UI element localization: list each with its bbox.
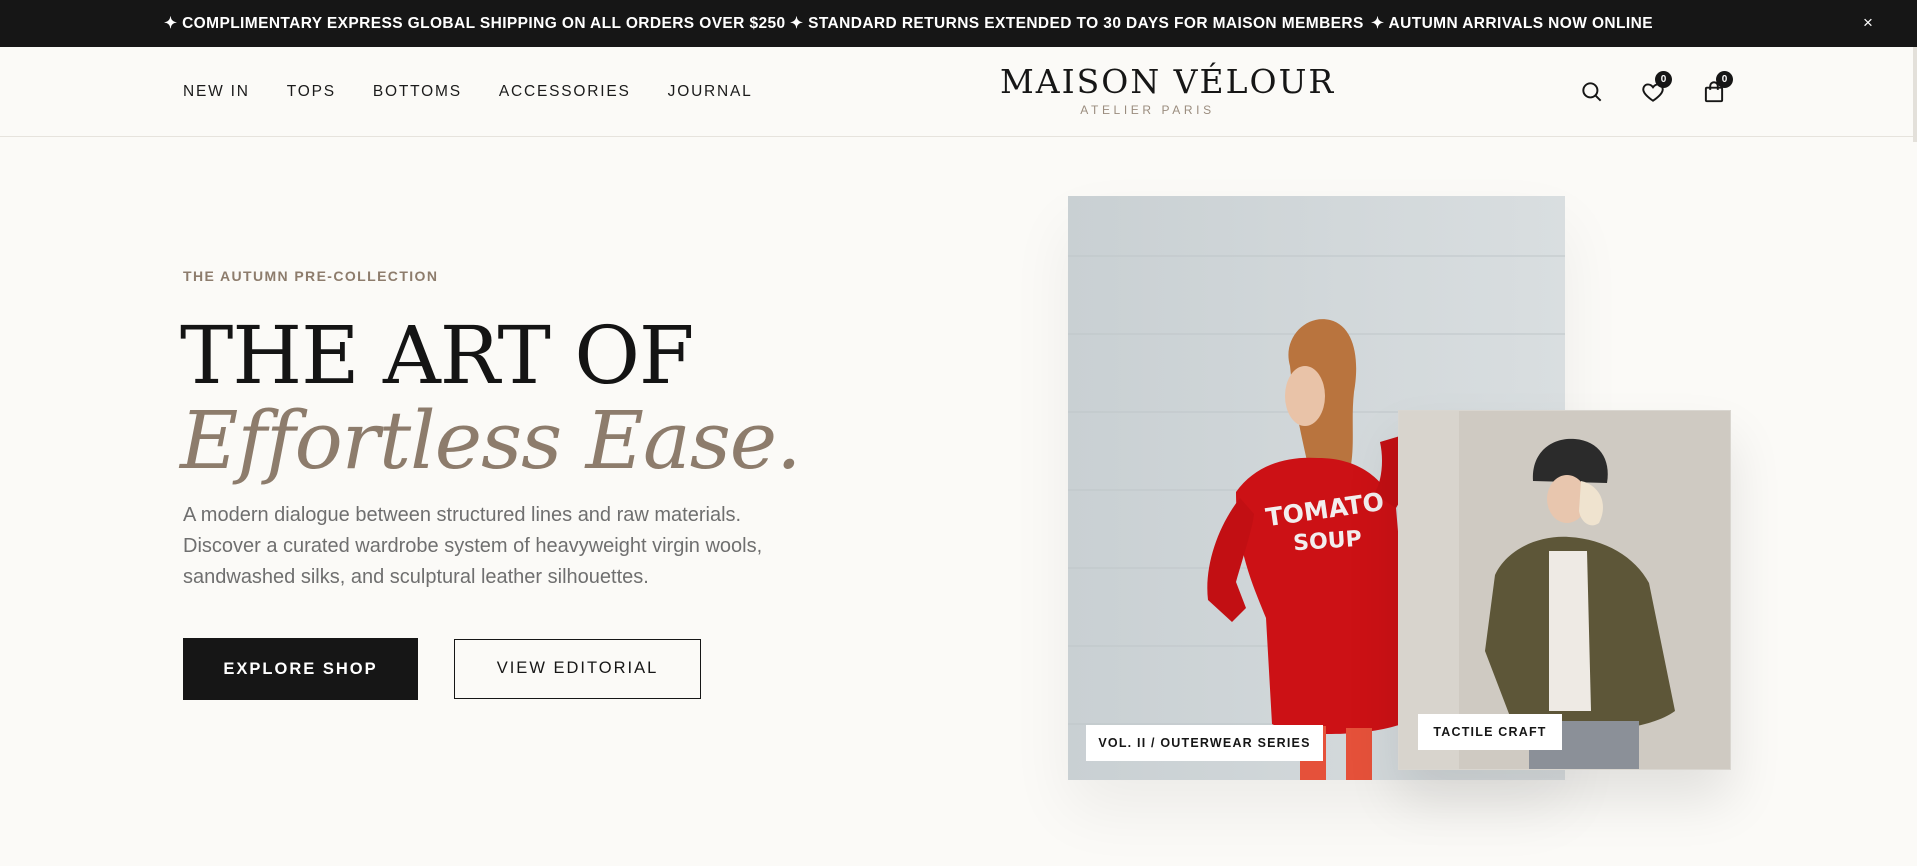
close-icon[interactable]: ×: [1857, 12, 1879, 34]
hero-headline-italic: Effortless Ease.: [180, 394, 802, 487]
nav-item-accessories[interactable]: ACCESSORIES: [499, 83, 631, 101]
wishlist-count-badge: 0: [1655, 71, 1672, 88]
main-image-caption: VOL. II / OUTERWEAR SERIES: [1086, 725, 1323, 761]
brand-logo[interactable]: MAISON VÉLOUR ATELIER PARIS: [1000, 62, 1336, 118]
hero-description: A modern dialogue between structured lin…: [183, 504, 763, 588]
nav-item-new-in[interactable]: NEW IN: [183, 83, 250, 101]
announcement-arrivals: ✦ AUTUMN ARRIVALS NOW ONLINE: [1371, 15, 1653, 32]
announcement-bar: ✦ COMPLIMENTARY EXPRESS GLOBAL SHIPPING …: [0, 0, 1917, 47]
nav-item-bottoms[interactable]: BOTTOMS: [373, 83, 462, 101]
hero-headline: THE ART OF: [180, 309, 694, 402]
scrollbar[interactable]: [1913, 47, 1917, 142]
nav-item-tops[interactable]: TOPS: [287, 83, 336, 101]
cart-button[interactable]: 0: [1699, 71, 1733, 107]
nav-item-journal[interactable]: JOURNAL: [668, 83, 753, 101]
explore-shop-button[interactable]: EXPLORE SHOP: [183, 638, 418, 700]
search-button[interactable]: [1577, 77, 1607, 107]
cart-count-badge: 0: [1716, 71, 1733, 88]
announcement-shipping: ✦ COMPLIMENTARY EXPRESS GLOBAL SHIPPING …: [164, 15, 786, 32]
announcement-returns: ✦ STANDARD RETURNS EXTENDED TO 30 DAYS F…: [790, 15, 1364, 32]
main-nav: NEW IN TOPS BOTTOMS ACCESSORIES JOURNAL: [183, 47, 790, 137]
view-editorial-button[interactable]: VIEW EDITORIAL: [454, 639, 701, 699]
brand-subtitle: ATELIER PARIS: [1080, 103, 1215, 117]
site-header: NEW IN TOPS BOTTOMS ACCESSORIES JOURNAL …: [0, 47, 1917, 137]
svg-text:SOUP: SOUP: [1292, 527, 1362, 557]
wishlist-button[interactable]: 0: [1638, 71, 1672, 107]
hero-eyebrow: THE AUTUMN PRE-COLLECTION: [183, 268, 439, 284]
secondary-image-caption: TACTILE CRAFT: [1418, 714, 1562, 750]
search-icon: [1582, 82, 1602, 102]
brand-name: MAISON VÉLOUR: [1000, 62, 1336, 101]
